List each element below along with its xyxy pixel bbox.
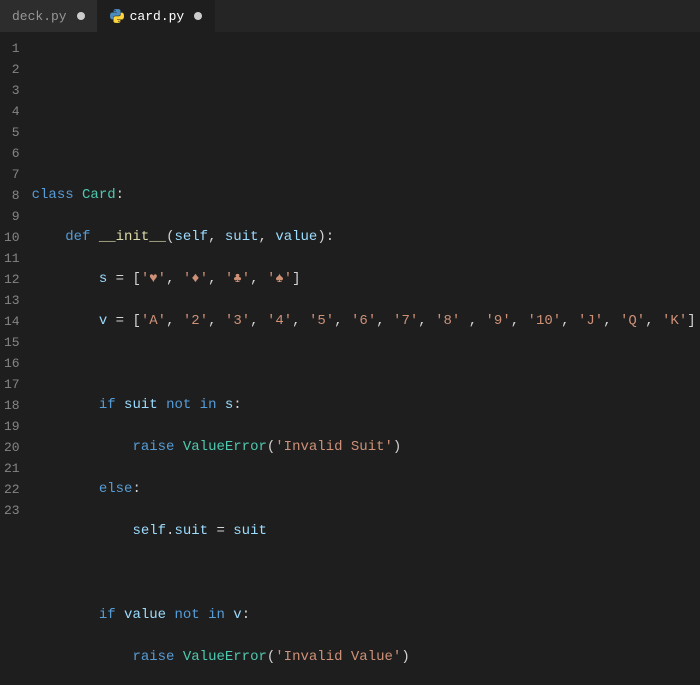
code-line: class Card: <box>32 185 700 206</box>
line-number: 18 <box>4 395 20 416</box>
code-line <box>32 143 700 164</box>
code-line <box>32 353 700 374</box>
line-number: 15 <box>4 332 20 353</box>
code-line: if value not in v: <box>32 605 700 626</box>
line-number: 8 <box>4 185 20 206</box>
code-line <box>32 101 700 122</box>
line-number: 21 <box>4 458 20 479</box>
python-icon <box>110 9 124 23</box>
line-number: 12 <box>4 269 20 290</box>
tab-deck-py[interactable]: deck.py <box>0 0 98 32</box>
code-line: def __init__(self, suit, value): <box>32 227 700 248</box>
line-number-gutter: 1234567891011121314151617181920212223 <box>0 32 28 685</box>
line-number: 19 <box>4 416 20 437</box>
line-number: 6 <box>4 143 20 164</box>
code-line: self.suit = suit <box>32 521 700 542</box>
line-number: 9 <box>4 206 20 227</box>
tab-card-py[interactable]: card.py <box>98 0 216 32</box>
line-number: 20 <box>4 437 20 458</box>
code-line: raise ValueError('Invalid Suit') <box>32 437 700 458</box>
code-line: else: <box>32 479 700 500</box>
line-number: 1 <box>4 38 20 59</box>
modified-dot-icon <box>194 12 202 20</box>
line-number: 2 <box>4 59 20 80</box>
line-number: 5 <box>4 122 20 143</box>
file-label: card.py <box>130 9 185 24</box>
tab-bar: deck.py card.py <box>0 0 700 32</box>
code-line: s = ['♥', '♦', '♣', '♠'] <box>32 269 700 290</box>
line-number: 10 <box>4 227 20 248</box>
line-number: 7 <box>4 164 20 185</box>
code-line <box>32 59 700 80</box>
code-line: raise ValueError('Invalid Value') <box>32 647 700 668</box>
modified-dot-icon <box>77 12 85 20</box>
code-line: if suit not in s: <box>32 395 700 416</box>
line-number: 4 <box>4 101 20 122</box>
line-number: 13 <box>4 290 20 311</box>
line-number: 11 <box>4 248 20 269</box>
file-label: deck.py <box>12 9 67 24</box>
line-number: 14 <box>4 311 20 332</box>
editor-area[interactable]: 1234567891011121314151617181920212223 cl… <box>0 32 700 685</box>
line-number: 23 <box>4 500 20 521</box>
line-number: 17 <box>4 374 20 395</box>
line-number: 22 <box>4 479 20 500</box>
code-line: v = ['A', '2', '3', '4', '5', '6', '7', … <box>32 311 700 332</box>
code-content[interactable]: class Card: def __init__(self, suit, val… <box>28 32 700 685</box>
code-line <box>32 563 700 584</box>
line-number: 16 <box>4 353 20 374</box>
line-number: 3 <box>4 80 20 101</box>
